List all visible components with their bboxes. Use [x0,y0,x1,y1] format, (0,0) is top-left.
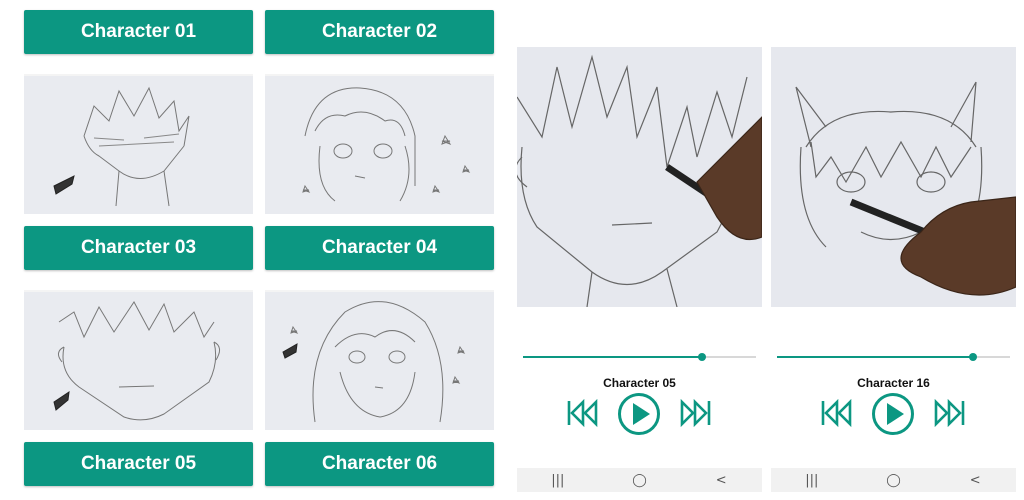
system-navigation-bar: ||| ◯ < [771,468,1016,492]
seek-knob[interactable] [698,353,706,361]
seek-knob[interactable] [969,353,977,361]
skip-next-icon[interactable] [932,398,966,433]
back-button[interactable]: < [701,473,741,488]
player-screen-2: Character 16 ||| ◯ < [771,0,1016,500]
character-04-thumbnail[interactable] [265,290,494,430]
character-01-thumbnail[interactable] [24,74,253,214]
skip-previous-icon[interactable] [566,398,600,433]
character-03-button[interactable]: Character 03 [24,226,253,270]
seek-bar-2[interactable] [777,350,1010,364]
character-card-04[interactable]: Character 04 [265,226,494,270]
drawing-video[interactable] [771,47,1016,307]
character-02-button[interactable]: Character 02 [265,10,494,54]
video-title: Character 05 [603,376,676,390]
character-04-button[interactable]: Character 04 [265,226,494,270]
character-card-01[interactable]: Character 01 [24,10,253,54]
system-navigation-bar: ||| ◯ < [517,468,762,492]
character-02-thumbnail[interactable] [265,74,494,214]
playback-controls [517,392,762,436]
seek-bar-1[interactable] [523,350,756,364]
character-05-button[interactable]: Character 05 [24,442,253,486]
character-card-06[interactable]: Character 06 [265,442,494,486]
skip-next-icon[interactable] [678,398,712,433]
play-icon[interactable] [617,392,661,441]
player-screen-1: Character 05 ||| ◯ < [517,0,762,500]
drawing-video[interactable] [517,47,762,307]
home-button[interactable]: ◯ [873,473,913,488]
skip-previous-icon[interactable] [820,398,854,433]
character-grid-screen: Character 01 Character 02 Character 03 C… [0,0,512,500]
seek-progress [523,356,702,358]
recents-button[interactable]: ||| [538,473,578,488]
seek-progress [777,356,973,358]
character-06-button[interactable]: Character 06 [265,442,494,486]
character-card-03[interactable]: Character 03 [24,226,253,270]
back-button[interactable]: < [955,473,995,488]
character-card-05[interactable]: Character 05 [24,442,253,486]
playback-controls [771,392,1016,436]
home-button[interactable]: ◯ [619,473,659,488]
character-card-02[interactable]: Character 02 [265,10,494,54]
play-icon[interactable] [871,392,915,441]
recents-button[interactable]: ||| [792,473,832,488]
character-01-button[interactable]: Character 01 [24,10,253,54]
video-title: Character 16 [857,376,930,390]
character-03-thumbnail[interactable] [24,290,253,430]
